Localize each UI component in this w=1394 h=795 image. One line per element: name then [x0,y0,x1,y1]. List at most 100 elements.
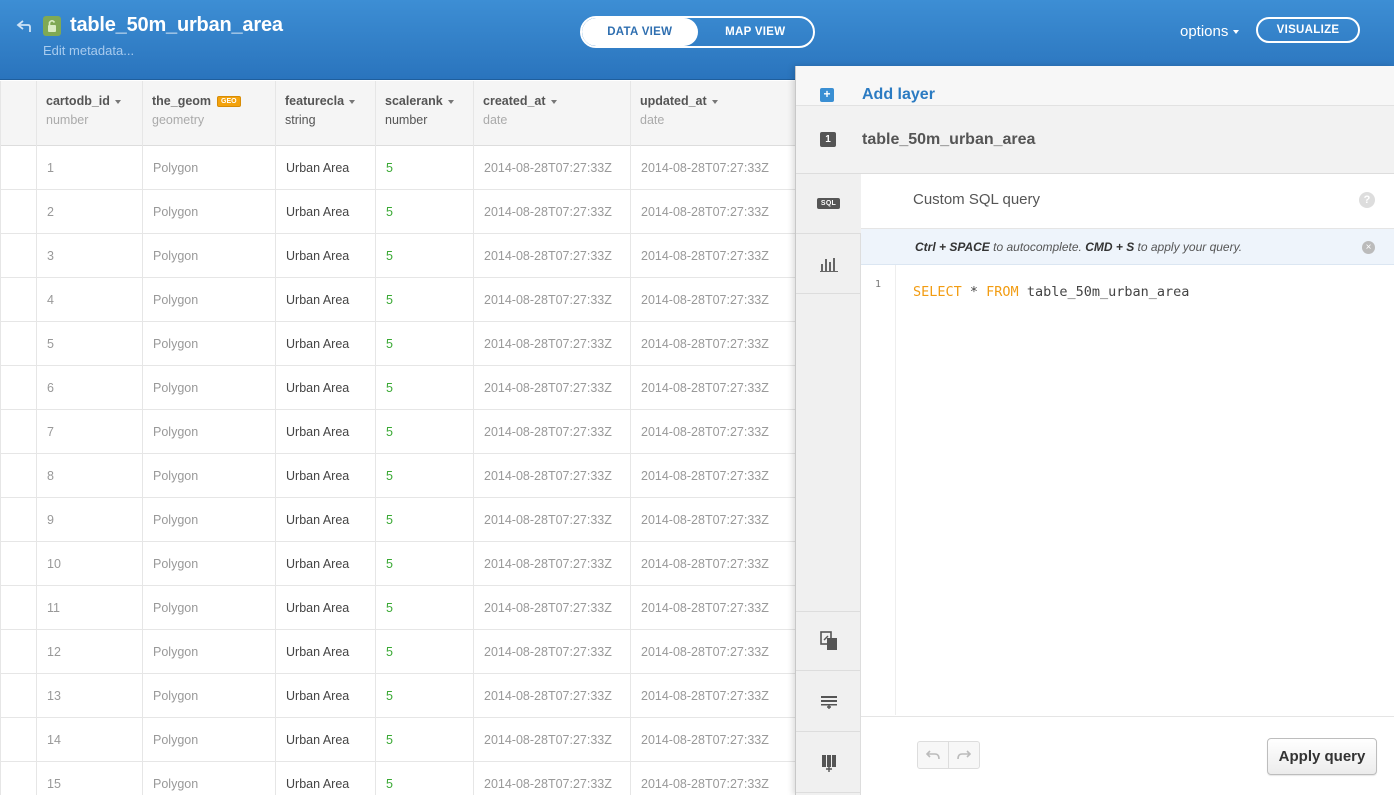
cell-cartodb-id[interactable]: 1 [36,146,142,190]
cell-created-at[interactable]: 2014-08-28T07:27:33Z [473,190,630,234]
cell-created-at[interactable]: 2014-08-28T07:27:33Z [473,718,630,762]
cell-created-at[interactable]: 2014-08-28T07:27:33Z [473,586,630,630]
cell-cartodb-id[interactable]: 15 [36,762,142,795]
cell-the-geom[interactable]: Polygon [142,674,275,718]
cell-created-at[interactable]: 2014-08-28T07:27:33Z [473,322,630,366]
cell-scalerank[interactable]: 5 [375,278,473,322]
cell-cartodb-id[interactable]: 4 [36,278,142,322]
cell-cartodb-id[interactable]: 12 [36,630,142,674]
redo-button[interactable] [948,742,979,768]
cell-updated-at[interactable]: 2014-08-28T07:27:33Z [630,146,795,190]
cell-updated-at[interactable]: 2014-08-28T07:27:33Z [630,410,795,454]
cell-featurecla[interactable]: Urban Area [275,190,375,234]
cell-scalerank[interactable]: 5 [375,190,473,234]
cell-featurecla[interactable]: Urban Area [275,498,375,542]
cell-updated-at[interactable]: 2014-08-28T07:27:33Z [630,498,795,542]
cell-scalerank[interactable]: 5 [375,410,473,454]
cell-the-geom[interactable]: Polygon [142,278,275,322]
cell-created-at[interactable]: 2014-08-28T07:27:33Z [473,366,630,410]
cell-the-geom[interactable]: Polygon [142,718,275,762]
cell-cartodb-id[interactable]: 9 [36,498,142,542]
cell-the-geom[interactable]: Polygon [142,234,275,278]
cell-the-geom[interactable]: Polygon [142,454,275,498]
cell-featurecla[interactable]: Urban Area [275,454,375,498]
cell-created-at[interactable]: 2014-08-28T07:27:33Z [473,454,630,498]
cell-scalerank[interactable]: 5 [375,586,473,630]
cell-featurecla[interactable]: Urban Area [275,278,375,322]
cell-the-geom[interactable]: Polygon [142,498,275,542]
cell-cartodb-id[interactable]: 7 [36,410,142,454]
cell-created-at[interactable]: 2014-08-28T07:27:33Z [473,674,630,718]
cell-cartodb-id[interactable]: 6 [36,366,142,410]
cell-featurecla[interactable]: Urban Area [275,322,375,366]
cell-cartodb-id[interactable]: 2 [36,190,142,234]
tab-filters[interactable] [796,234,861,294]
row-selector[interactable] [0,674,36,718]
cell-the-geom[interactable]: Polygon [142,190,275,234]
tab-map-view[interactable]: MAP VIEW [698,18,814,46]
row-selector[interactable] [0,278,36,322]
undo-button[interactable] [918,742,948,768]
row-selector[interactable] [0,322,36,366]
cell-created-at[interactable]: 2014-08-28T07:27:33Z [473,630,630,674]
cell-created-at[interactable]: 2014-08-28T07:27:33Z [473,498,630,542]
cell-updated-at[interactable]: 2014-08-28T07:27:33Z [630,674,795,718]
cell-updated-at[interactable]: 2014-08-28T07:27:33Z [630,366,795,410]
cell-updated-at[interactable]: 2014-08-28T07:27:33Z [630,454,795,498]
cell-cartodb-id[interactable]: 3 [36,234,142,278]
cell-updated-at[interactable]: 2014-08-28T07:27:33Z [630,234,795,278]
row-selector[interactable] [0,190,36,234]
cell-the-geom[interactable]: Polygon [142,146,275,190]
apply-query-button[interactable]: Apply query [1267,738,1377,775]
row-selector[interactable] [0,410,36,454]
cell-featurecla[interactable]: Urban Area [275,718,375,762]
tab-data-view[interactable]: DATA VIEW [582,18,698,46]
row-selector[interactable] [0,762,36,795]
cell-scalerank[interactable]: 5 [375,542,473,586]
chevron-down-icon[interactable] [550,99,557,104]
cell-updated-at[interactable]: 2014-08-28T07:27:33Z [630,542,795,586]
cell-cartodb-id[interactable]: 13 [36,674,142,718]
cell-scalerank[interactable]: 5 [375,366,473,410]
cell-cartodb-id[interactable]: 10 [36,542,142,586]
sql-code-editor[interactable]: SELECT * FROM table_50m_urban_area [913,284,1189,300]
chevron-down-icon[interactable] [447,99,454,104]
cell-created-at[interactable]: 2014-08-28T07:27:33Z [473,278,630,322]
cell-updated-at[interactable]: 2014-08-28T07:27:33Z [630,718,795,762]
cell-the-geom[interactable]: Polygon [142,366,275,410]
cell-updated-at[interactable]: 2014-08-28T07:27:33Z [630,586,795,630]
row-selector[interactable] [0,542,36,586]
column-header-featurecla[interactable]: featurecla string [275,81,375,146]
cell-updated-at[interactable]: 2014-08-28T07:27:33Z [630,322,795,366]
column-header-updated-at[interactable]: updated_at date [630,81,795,146]
chevron-down-icon[interactable] [711,99,718,104]
column-header-cartodb-id[interactable]: cartodb_id number [36,81,142,146]
cell-scalerank[interactable]: 5 [375,454,473,498]
cell-featurecla[interactable]: Urban Area [275,146,375,190]
row-selector[interactable] [0,718,36,762]
back-arrow-icon[interactable] [16,18,34,34]
cell-scalerank[interactable]: 5 [375,718,473,762]
row-selector[interactable] [0,234,36,278]
cell-featurecla[interactable]: Urban Area [275,674,375,718]
cell-the-geom[interactable]: Polygon [142,542,275,586]
cell-cartodb-id[interactable]: 11 [36,586,142,630]
cell-the-geom[interactable]: Polygon [142,322,275,366]
tab-add-column[interactable] [796,733,861,793]
cell-featurecla[interactable]: Urban Area [275,586,375,630]
cell-the-geom[interactable]: Polygon [142,762,275,795]
cell-created-at[interactable]: 2014-08-28T07:27:33Z [473,542,630,586]
column-header-created-at[interactable]: created_at date [473,81,630,146]
cell-the-geom[interactable]: Polygon [142,410,275,454]
row-selector[interactable] [0,498,36,542]
close-icon[interactable]: × [1362,241,1375,254]
cell-featurecla[interactable]: Urban Area [275,762,375,795]
column-header-scalerank[interactable]: scalerank number [375,81,473,146]
cell-created-at[interactable]: 2014-08-28T07:27:33Z [473,762,630,795]
cell-updated-at[interactable]: 2014-08-28T07:27:33Z [630,278,795,322]
tab-sql[interactable]: SQL [796,174,861,234]
cell-cartodb-id[interactable]: 14 [36,718,142,762]
cell-scalerank[interactable]: 5 [375,322,473,366]
column-header-the-geom[interactable]: the_geom GEO geometry [142,81,275,146]
tab-add-row[interactable] [796,672,861,732]
